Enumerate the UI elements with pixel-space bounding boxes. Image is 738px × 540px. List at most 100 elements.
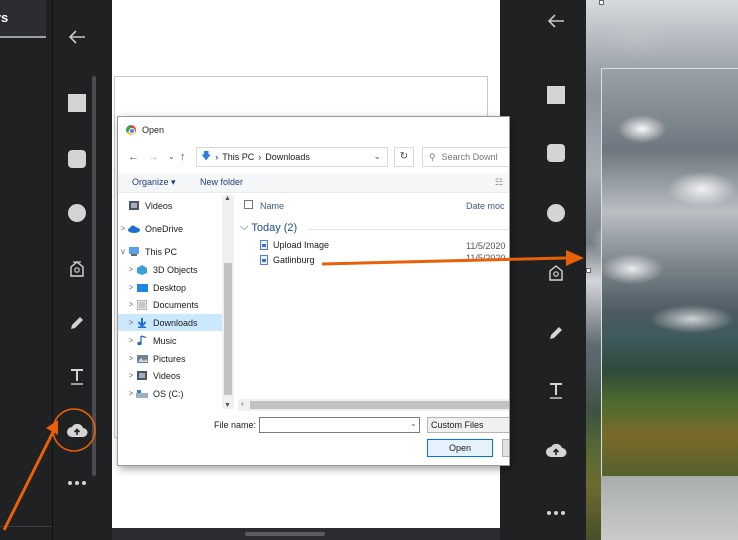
photo-sky	[586, 0, 738, 68]
download-arrow-icon	[136, 317, 148, 328]
screenshot-stage: rs	[0, 0, 738, 540]
column-header-name[interactable]: Name	[260, 197, 284, 215]
image-file-icon	[260, 255, 268, 265]
pencil-icon[interactable]	[526, 318, 586, 348]
panel-divider	[0, 526, 52, 527]
chevron-right-icon: >	[120, 224, 126, 233]
search-placeholder: Search Downl	[441, 152, 498, 162]
more-icon[interactable]	[526, 498, 586, 528]
breadcrumb-separator: ›	[215, 152, 219, 162]
file-date: 11/5/2020	[466, 241, 506, 251]
scroll-thumb[interactable]	[224, 263, 232, 395]
group-divider	[308, 229, 509, 230]
tag-icon[interactable]	[526, 258, 586, 288]
dialog-title: Open	[142, 125, 165, 135]
chevron-down-icon[interactable]: ⌄	[410, 419, 417, 428]
nav-item-this-pc[interactable]: v This PC	[118, 243, 222, 260]
chevron-right-icon: >	[128, 354, 134, 363]
scroll-thumb[interactable]	[250, 401, 509, 409]
resize-handle[interactable]	[599, 0, 604, 5]
scroll-down-icon[interactable]: ▼	[224, 402, 231, 409]
videos-icon	[128, 201, 140, 211]
desktop-icon	[136, 283, 148, 293]
videos-icon	[136, 371, 148, 381]
resize-handle[interactable]	[586, 268, 591, 273]
uploaded-photo[interactable]	[601, 68, 738, 476]
file-row-gatlinburg[interactable]: Gatlinburg	[260, 253, 315, 267]
file-list-pane: Name Date moc ⌵ Today (2) Upload Image 1…	[238, 195, 509, 409]
column-header-date[interactable]: Date moc	[466, 197, 505, 215]
search-input[interactable]: ⚲ Search Downl	[422, 147, 509, 167]
address-row: ← → ⌄ ↑ 🡇 › This PC › Downloads ⌄ ↻ ⚲ Se…	[118, 145, 509, 169]
view-options-icon[interactable]: ☷	[495, 177, 503, 188]
cloud-upload-icon[interactable]	[526, 436, 586, 466]
file-list-horizontal-scrollbar[interactable]: ‹	[238, 399, 509, 411]
nav-item-videos-pc[interactable]: > Videos	[118, 367, 222, 384]
back-arrow-icon[interactable]	[53, 22, 100, 52]
scroll-left-icon[interactable]: ‹	[241, 399, 244, 408]
navigation-pane: Videos > OneDrive v This PC > 3D Objects…	[118, 195, 236, 409]
address-bar[interactable]: 🡇 › This PC › Downloads ⌄	[196, 147, 388, 167]
chrome-icon	[126, 125, 136, 135]
cancel-button[interactable]	[502, 439, 509, 457]
nav-item-3d-objects[interactable]: > 3D Objects	[118, 261, 222, 278]
toolbar-scrollbar[interactable]	[92, 76, 96, 476]
file-date: 11/5/2020	[466, 253, 506, 259]
file-type-filter[interactable]: Custom Files	[427, 417, 509, 433]
canvas-gutter-left	[100, 0, 112, 540]
file-row-upload-image[interactable]: Upload Image	[260, 238, 329, 252]
group-label: Today (2)	[251, 221, 298, 234]
chevron-right-icon: >	[128, 283, 134, 292]
nav-item-label: OS (C:)	[153, 388, 184, 399]
chevron-right-icon: >	[128, 371, 134, 380]
file-name: Gatlinburg	[273, 255, 315, 265]
circle-icon[interactable]	[526, 198, 586, 228]
nav-item-label: Videos	[145, 200, 173, 211]
breadcrumb-this-pc[interactable]: This PC	[222, 152, 254, 162]
chevron-down-icon[interactable]: ⌄	[373, 151, 381, 162]
nav-item-documents[interactable]: > Documents	[118, 296, 222, 313]
nav-item-label: Documents	[153, 299, 199, 310]
refresh-icon[interactable]: ↻	[394, 147, 414, 167]
nav-item-label: Downloads	[153, 317, 198, 328]
editor-toolbar-right	[526, 0, 586, 540]
back-arrow-icon[interactable]	[526, 6, 586, 36]
nav-item-label: Music	[153, 335, 177, 346]
scroll-up-icon[interactable]: ▲	[224, 195, 231, 202]
file-name-input[interactable]	[259, 417, 420, 433]
up-arrow-icon[interactable]: ↑	[180, 149, 186, 165]
nav-item-music[interactable]: > Music	[118, 332, 222, 349]
nav-item-label: 3D Objects	[153, 264, 198, 275]
organize-button[interactable]: Organize ▾	[132, 177, 176, 188]
chevron-right-icon: >	[128, 389, 134, 398]
music-note-icon	[136, 335, 148, 346]
breadcrumb-downloads[interactable]: Downloads	[265, 152, 310, 162]
text-icon[interactable]	[526, 376, 586, 406]
editor-toolbar	[52, 0, 100, 540]
file-name: Upload Image	[273, 240, 330, 250]
nav-item-label: Videos	[153, 370, 181, 381]
breadcrumb-separator: ›	[258, 152, 262, 162]
square-icon[interactable]	[526, 80, 586, 110]
select-all-checkbox[interactable]	[244, 200, 253, 209]
nav-item-os-drive[interactable]: > OS (C:)	[118, 385, 222, 402]
nav-item-onedrive[interactable]: > OneDrive	[118, 220, 222, 237]
nav-item-label: This PC	[145, 246, 178, 257]
chevron-right-icon: >	[128, 265, 134, 274]
pictures-icon	[136, 354, 148, 364]
nav-item-label: Pictures	[153, 353, 186, 364]
canvas-scroll-thumb[interactable]	[245, 532, 325, 536]
forward-icon[interactable]: →	[148, 149, 159, 165]
panel-tab[interactable]: rs	[0, 0, 46, 38]
nav-item-videos[interactable]: Videos	[118, 197, 222, 214]
nav-item-pictures[interactable]: > Pictures	[118, 350, 222, 367]
recent-dropdown-icon[interactable]: ⌄	[168, 149, 175, 165]
open-button[interactable]: Open	[427, 439, 493, 457]
nav-item-desktop[interactable]: > Desktop	[118, 279, 222, 296]
new-folder-button[interactable]: New folder	[200, 177, 243, 187]
rounded-square-icon[interactable]	[526, 138, 586, 168]
back-icon[interactable]: ←	[128, 149, 139, 165]
nav-item-downloads[interactable]: > Downloads	[118, 314, 222, 331]
group-header[interactable]: ⌵ Today (2)	[240, 221, 297, 234]
navigation-scrollbar[interactable]: ▲ ▼	[222, 195, 234, 409]
